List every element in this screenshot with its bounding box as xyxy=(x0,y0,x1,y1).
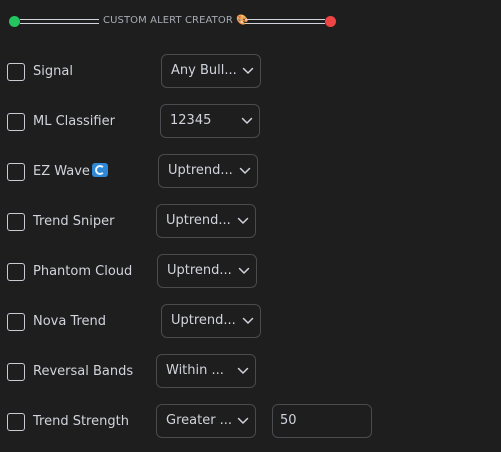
ml-classifier-select[interactable]: 12345 xyxy=(160,104,260,138)
trend-strength-checkbox[interactable] xyxy=(7,413,25,431)
ez-wave-select[interactable]: Uptrend... xyxy=(158,154,258,188)
phantom-cloud-select-value: Uptrend... xyxy=(167,263,232,278)
reversal-bands-label: Reversal Bands xyxy=(33,364,134,379)
chevron-down-icon xyxy=(242,317,254,324)
ml-classifier-checkbox[interactable] xyxy=(7,113,25,131)
section-title: CUSTOM ALERT CREATOR 🎨 xyxy=(103,15,249,26)
reversal-bands-select[interactable]: Within ... xyxy=(156,354,256,388)
chevron-down-icon xyxy=(237,367,249,374)
chevron-down-icon xyxy=(242,67,254,74)
nova-trend-label: Nova Trend xyxy=(33,314,107,329)
trend-strength-input-value: 50 xyxy=(280,413,297,428)
signal-label: Signal xyxy=(33,64,73,79)
chevron-down-icon xyxy=(238,267,250,274)
chevron-down-icon xyxy=(241,117,253,124)
alert-row-reversal-bands: Reversal Bands Within ... xyxy=(0,354,501,390)
green-dot-icon xyxy=(9,16,20,27)
ml-classifier-label: ML Classifier xyxy=(33,114,115,129)
phantom-cloud-label: Phantom Cloud xyxy=(33,264,133,279)
nova-trend-select[interactable]: Uptrend... xyxy=(161,304,261,338)
ez-wave-select-value: Uptrend... xyxy=(168,163,233,178)
trend-sniper-label: Trend Sniper xyxy=(33,214,115,229)
trend-strength-value-input[interactable]: 50 xyxy=(272,404,372,438)
reversal-bands-select-value: Within ... xyxy=(166,363,224,378)
trend-strength-select-value: Greater ... xyxy=(166,413,233,428)
trend-strength-label: Trend Strength xyxy=(33,414,129,429)
trend-sniper-checkbox[interactable] xyxy=(7,213,25,231)
ez-wave-label: EZ Wave xyxy=(33,163,108,181)
alert-row-trend-sniper: Trend Sniper Uptrend... xyxy=(0,204,501,240)
trend-sniper-select-value: Uptrend... xyxy=(166,213,231,228)
section-header: CUSTOM ALERT CREATOR 🎨 xyxy=(0,0,501,44)
alert-row-phantom-cloud: Phantom Cloud Uptrend... xyxy=(0,254,501,290)
phantom-cloud-select[interactable]: Uptrend... xyxy=(157,254,257,288)
alert-row-signal: Signal Any Bull... xyxy=(0,54,501,90)
chevron-down-icon xyxy=(237,217,249,224)
alert-row-ml-classifier: ML Classifier 12345 xyxy=(0,104,501,140)
reversal-bands-checkbox[interactable] xyxy=(7,363,25,381)
red-dot-icon xyxy=(325,16,336,27)
alert-row-ez-wave: EZ Wave Uptrend... xyxy=(0,154,501,190)
header-divider-right xyxy=(245,19,325,24)
nova-trend-select-value: Uptrend... xyxy=(171,313,236,328)
chevron-down-icon xyxy=(239,167,251,174)
header-divider-left xyxy=(20,19,99,24)
alert-row-nova-trend: Nova Trend Uptrend... xyxy=(0,304,501,340)
ez-wave-checkbox[interactable] xyxy=(7,163,25,181)
ml-classifier-select-value: 12345 xyxy=(170,113,212,128)
signal-checkbox[interactable] xyxy=(7,63,25,81)
wave-icon xyxy=(91,163,108,177)
signal-select-value: Any Bull... xyxy=(171,63,237,78)
trend-sniper-select[interactable]: Uptrend... xyxy=(156,204,256,238)
signal-select[interactable]: Any Bull... xyxy=(161,54,261,88)
nova-trend-checkbox[interactable] xyxy=(7,313,25,331)
chevron-down-icon xyxy=(237,417,249,424)
alert-row-trend-strength: Trend Strength Greater ... 50 xyxy=(0,404,501,440)
trend-strength-select[interactable]: Greater ... xyxy=(156,404,256,438)
phantom-cloud-checkbox[interactable] xyxy=(7,263,25,281)
